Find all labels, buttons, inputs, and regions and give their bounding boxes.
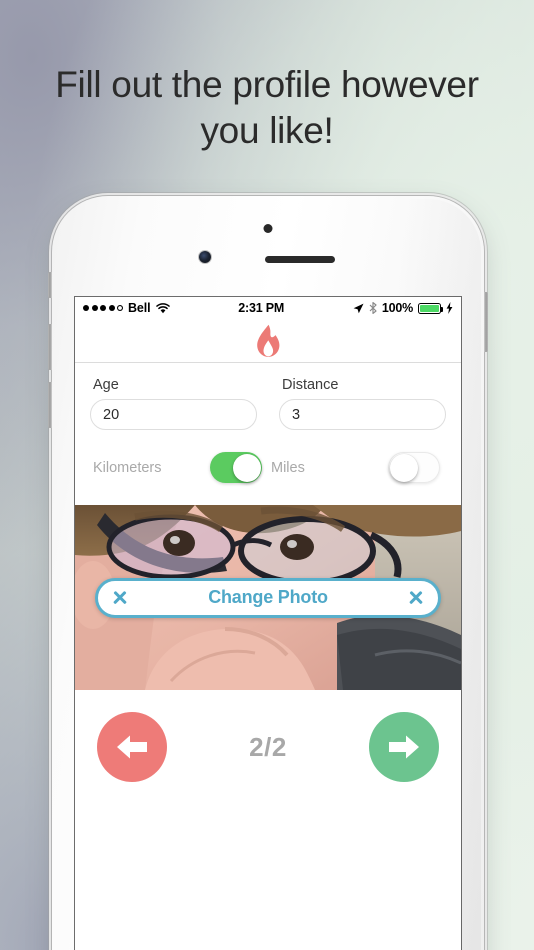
status-bar: Bell 2:31 PM 100% (75, 297, 461, 319)
change-photo-label: Change Photo (208, 587, 328, 607)
volume-down-button[interactable] (48, 382, 52, 428)
status-bar-left: Bell (83, 301, 170, 315)
battery-icon (418, 302, 444, 314)
phone-device-frame: Bell 2:31 PM 100% Age 20 Distance 3 Kilo… (48, 196, 488, 950)
distance-input[interactable]: 3 (279, 399, 446, 430)
wifi-icon (155, 302, 170, 313)
clock-label: 2:31 PM (238, 301, 285, 315)
profile-form: Age 20 Distance 3 Kilometers Miles (75, 363, 461, 505)
profile-photo[interactable]: Change Photo (75, 505, 461, 690)
miles-label: Miles (271, 459, 305, 476)
silent-switch[interactable] (48, 272, 52, 298)
kilometers-label: Kilometers (93, 459, 162, 476)
battery-percent-label: 100% (381, 301, 413, 315)
kilometers-group: Kilometers (90, 452, 268, 483)
proximity-sensor-icon (263, 224, 273, 233)
close-icon-right[interactable] (408, 590, 424, 606)
page-title: Fill out the profile however you like! (55, 64, 479, 151)
earpiece-speaker (265, 256, 335, 263)
pager-controls: 2/2 (75, 690, 461, 782)
app-navbar (75, 319, 461, 363)
status-bar-right: 100% (353, 301, 453, 315)
location-arrow-icon (353, 303, 364, 313)
flame-icon (257, 324, 280, 357)
toggle-knob (232, 453, 261, 482)
miles-toggle[interactable] (388, 452, 440, 483)
age-field-group: Age 20 (90, 377, 257, 430)
arrow-left-icon (117, 735, 147, 759)
distance-label: Distance (282, 377, 339, 393)
arrow-right-icon (389, 735, 419, 759)
close-icon-left[interactable] (112, 590, 128, 606)
bluetooth-icon (369, 302, 377, 314)
toggle-knob (389, 453, 418, 482)
age-label: Age (93, 377, 119, 393)
miles-group: Miles (268, 452, 446, 483)
field-row: Age 20 Distance 3 (90, 377, 446, 430)
change-photo-button[interactable]: Change Photo (95, 577, 441, 618)
back-button[interactable] (97, 712, 167, 782)
lightning-bolt-icon (446, 302, 453, 314)
age-input[interactable]: 20 (90, 399, 257, 430)
kilometers-toggle[interactable] (210, 452, 262, 483)
phone-screen: Bell 2:31 PM 100% Age 20 Distance 3 Kilo… (75, 297, 461, 950)
front-camera-icon (199, 251, 211, 263)
volume-up-button[interactable] (48, 324, 52, 370)
distance-field-group: Distance 3 (279, 377, 446, 430)
carrier-label: Bell (128, 301, 151, 315)
next-button[interactable] (369, 712, 439, 782)
signal-strength-icon (83, 305, 123, 311)
power-button[interactable] (484, 292, 488, 352)
page-counter: 2/2 (249, 731, 287, 762)
unit-toggle-row: Kilometers Miles (90, 452, 446, 505)
